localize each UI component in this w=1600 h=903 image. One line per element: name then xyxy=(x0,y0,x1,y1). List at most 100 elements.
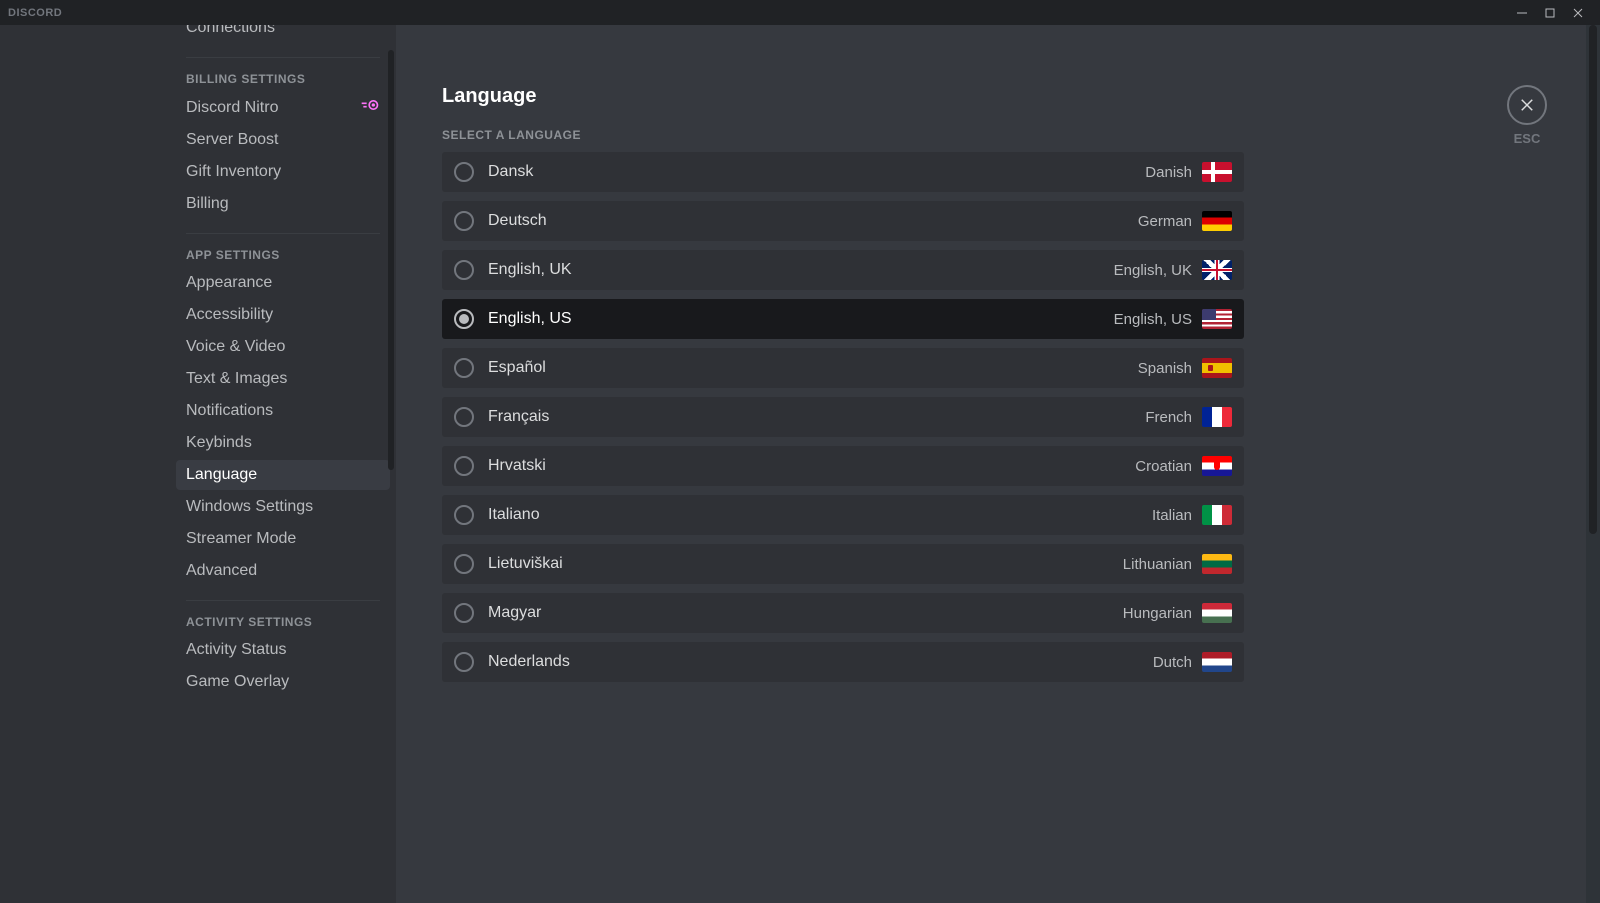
sidebar-item-notifications[interactable]: Notifications xyxy=(176,396,390,426)
sidebar-section-header: APP SETTINGS xyxy=(176,248,390,262)
language-option-nl[interactable]: NederlandsDutch xyxy=(442,642,1244,682)
sidebar-item-server-boost[interactable]: Server Boost xyxy=(176,125,390,155)
language-option-lt[interactable]: LietuviškaiLithuanian xyxy=(442,544,1244,584)
flag-icon-de xyxy=(1202,211,1232,231)
language-english-name: English, US xyxy=(1114,311,1192,328)
language-option-dk[interactable]: DanskDanish xyxy=(442,152,1244,192)
sidebar-section-header: ACTIVITY SETTINGS xyxy=(176,615,390,629)
language-english-name: Lithuanian xyxy=(1123,556,1192,573)
flag-icon-es xyxy=(1202,358,1232,378)
section-label: SELECT A LANGUAGE xyxy=(442,128,1244,142)
language-native-name: Lietuviškai xyxy=(488,555,1123,573)
language-native-name: Dansk xyxy=(488,163,1145,181)
language-native-name: English, US xyxy=(488,310,1114,328)
close-settings-area: ESC xyxy=(1507,85,1547,146)
sidebar-item-gift-inventory[interactable]: Gift Inventory xyxy=(176,157,390,187)
maximize-button[interactable] xyxy=(1536,2,1564,24)
sidebar-item-label: Voice & Video xyxy=(186,338,285,356)
sidebar-item-voice-video[interactable]: Voice & Video xyxy=(176,332,390,362)
sidebar-item-label: Connections xyxy=(186,25,275,37)
radio-icon xyxy=(454,554,474,574)
flag-icon-us xyxy=(1202,309,1232,329)
language-list: DanskDanishDeutschGermanEnglish, UKEngli… xyxy=(442,152,1244,682)
sidebar-item-label: Accessibility xyxy=(186,306,273,324)
flag-icon-hr xyxy=(1202,456,1232,476)
language-english-name: English, UK xyxy=(1114,262,1192,279)
sidebar-separator xyxy=(186,233,380,234)
page-title: Language xyxy=(442,85,1244,108)
close-icon xyxy=(1518,96,1536,114)
sidebar-item-advanced[interactable]: Advanced xyxy=(176,556,390,586)
settings-content: ESC Language SELECT A LANGUAGE DanskDani… xyxy=(396,25,1600,903)
minimize-button[interactable] xyxy=(1508,2,1536,24)
sidebar-item-game-overlay[interactable]: Game Overlay xyxy=(176,667,390,697)
sidebar-item-label: Advanced xyxy=(186,562,257,580)
sidebar-item-label: Billing xyxy=(186,195,229,213)
sidebar-item-connections[interactable]: Connections xyxy=(176,25,390,43)
language-option-fr[interactable]: FrançaisFrench xyxy=(442,397,1244,437)
sidebar-item-appearance[interactable]: Appearance xyxy=(176,268,390,298)
flag-icon-lt xyxy=(1202,554,1232,574)
language-english-name: Spanish xyxy=(1138,360,1192,377)
radio-icon xyxy=(454,260,474,280)
language-english-name: Hungarian xyxy=(1123,605,1192,622)
flag-icon-uk xyxy=(1202,260,1232,280)
radio-icon xyxy=(454,652,474,672)
language-english-name: Danish xyxy=(1145,164,1192,181)
sidebar-item-accessibility[interactable]: Accessibility xyxy=(176,300,390,330)
sidebar-item-activity-status[interactable]: Activity Status xyxy=(176,635,390,665)
sidebar-item-label: Language xyxy=(186,466,257,484)
language-native-name: Italiano xyxy=(488,506,1152,524)
close-window-button[interactable] xyxy=(1564,2,1592,24)
close-icon xyxy=(1572,7,1584,19)
radio-icon xyxy=(454,309,474,329)
sidebar-item-label: Appearance xyxy=(186,274,272,292)
language-option-hr[interactable]: HrvatskiCroatian xyxy=(442,446,1244,486)
flag-icon-nl xyxy=(1202,652,1232,672)
language-option-us[interactable]: English, USEnglish, US xyxy=(442,299,1244,339)
sidebar-item-text-images[interactable]: Text & Images xyxy=(176,364,390,394)
close-esc-label: ESC xyxy=(1514,131,1541,146)
language-option-uk[interactable]: English, UKEnglish, UK xyxy=(442,250,1244,290)
sidebar-separator xyxy=(186,57,380,58)
flag-icon-dk xyxy=(1202,162,1232,182)
sidebar-item-discord-nitro[interactable]: Discord Nitro xyxy=(176,92,390,123)
sidebar-separator xyxy=(186,600,380,601)
sidebar-item-label: Server Boost xyxy=(186,131,278,149)
sidebar-item-label: Game Overlay xyxy=(186,673,289,691)
radio-icon xyxy=(454,456,474,476)
language-native-name: Magyar xyxy=(488,604,1123,622)
sidebar-item-keybinds[interactable]: Keybinds xyxy=(176,428,390,458)
language-option-es[interactable]: EspañolSpanish xyxy=(442,348,1244,388)
sidebar-item-streamer-mode[interactable]: Streamer Mode xyxy=(176,524,390,554)
content-scrollbar[interactable] xyxy=(1589,25,1597,534)
language-english-name: German xyxy=(1138,213,1192,230)
sidebar-item-label: Notifications xyxy=(186,402,273,420)
sidebar-item-label: Windows Settings xyxy=(186,498,313,516)
language-english-name: Croatian xyxy=(1135,458,1192,475)
language-option-de[interactable]: DeutschGerman xyxy=(442,201,1244,241)
radio-icon xyxy=(454,407,474,427)
sidebar-item-label: Activity Status xyxy=(186,641,286,659)
language-english-name: French xyxy=(1145,409,1192,426)
language-option-hu[interactable]: MagyarHungarian xyxy=(442,593,1244,633)
radio-icon xyxy=(454,358,474,378)
radio-icon xyxy=(454,603,474,623)
sidebar-scrollbar[interactable] xyxy=(388,50,394,470)
window-controls xyxy=(1508,2,1592,24)
language-english-name: Dutch xyxy=(1153,654,1192,671)
sidebar-section-header: BILLING SETTINGS xyxy=(176,72,390,86)
flag-icon-it xyxy=(1202,505,1232,525)
content-scrollbar-track xyxy=(1586,25,1600,903)
sidebar-item-language[interactable]: Language xyxy=(176,460,390,490)
language-option-it[interactable]: ItalianoItalian xyxy=(442,495,1244,535)
app-logo: DISCORD xyxy=(8,7,62,19)
sidebar-item-windows-settings[interactable]: Windows Settings xyxy=(176,492,390,522)
settings-sidebar: Connections BILLING SETTINGS Discord Nitro… xyxy=(0,25,396,903)
radio-icon xyxy=(454,211,474,231)
sidebar-item-billing[interactable]: Billing xyxy=(176,189,390,219)
close-settings-button[interactable] xyxy=(1507,85,1547,125)
nitro-badge-icon xyxy=(360,98,380,117)
radio-icon xyxy=(454,162,474,182)
language-native-name: Français xyxy=(488,408,1145,426)
